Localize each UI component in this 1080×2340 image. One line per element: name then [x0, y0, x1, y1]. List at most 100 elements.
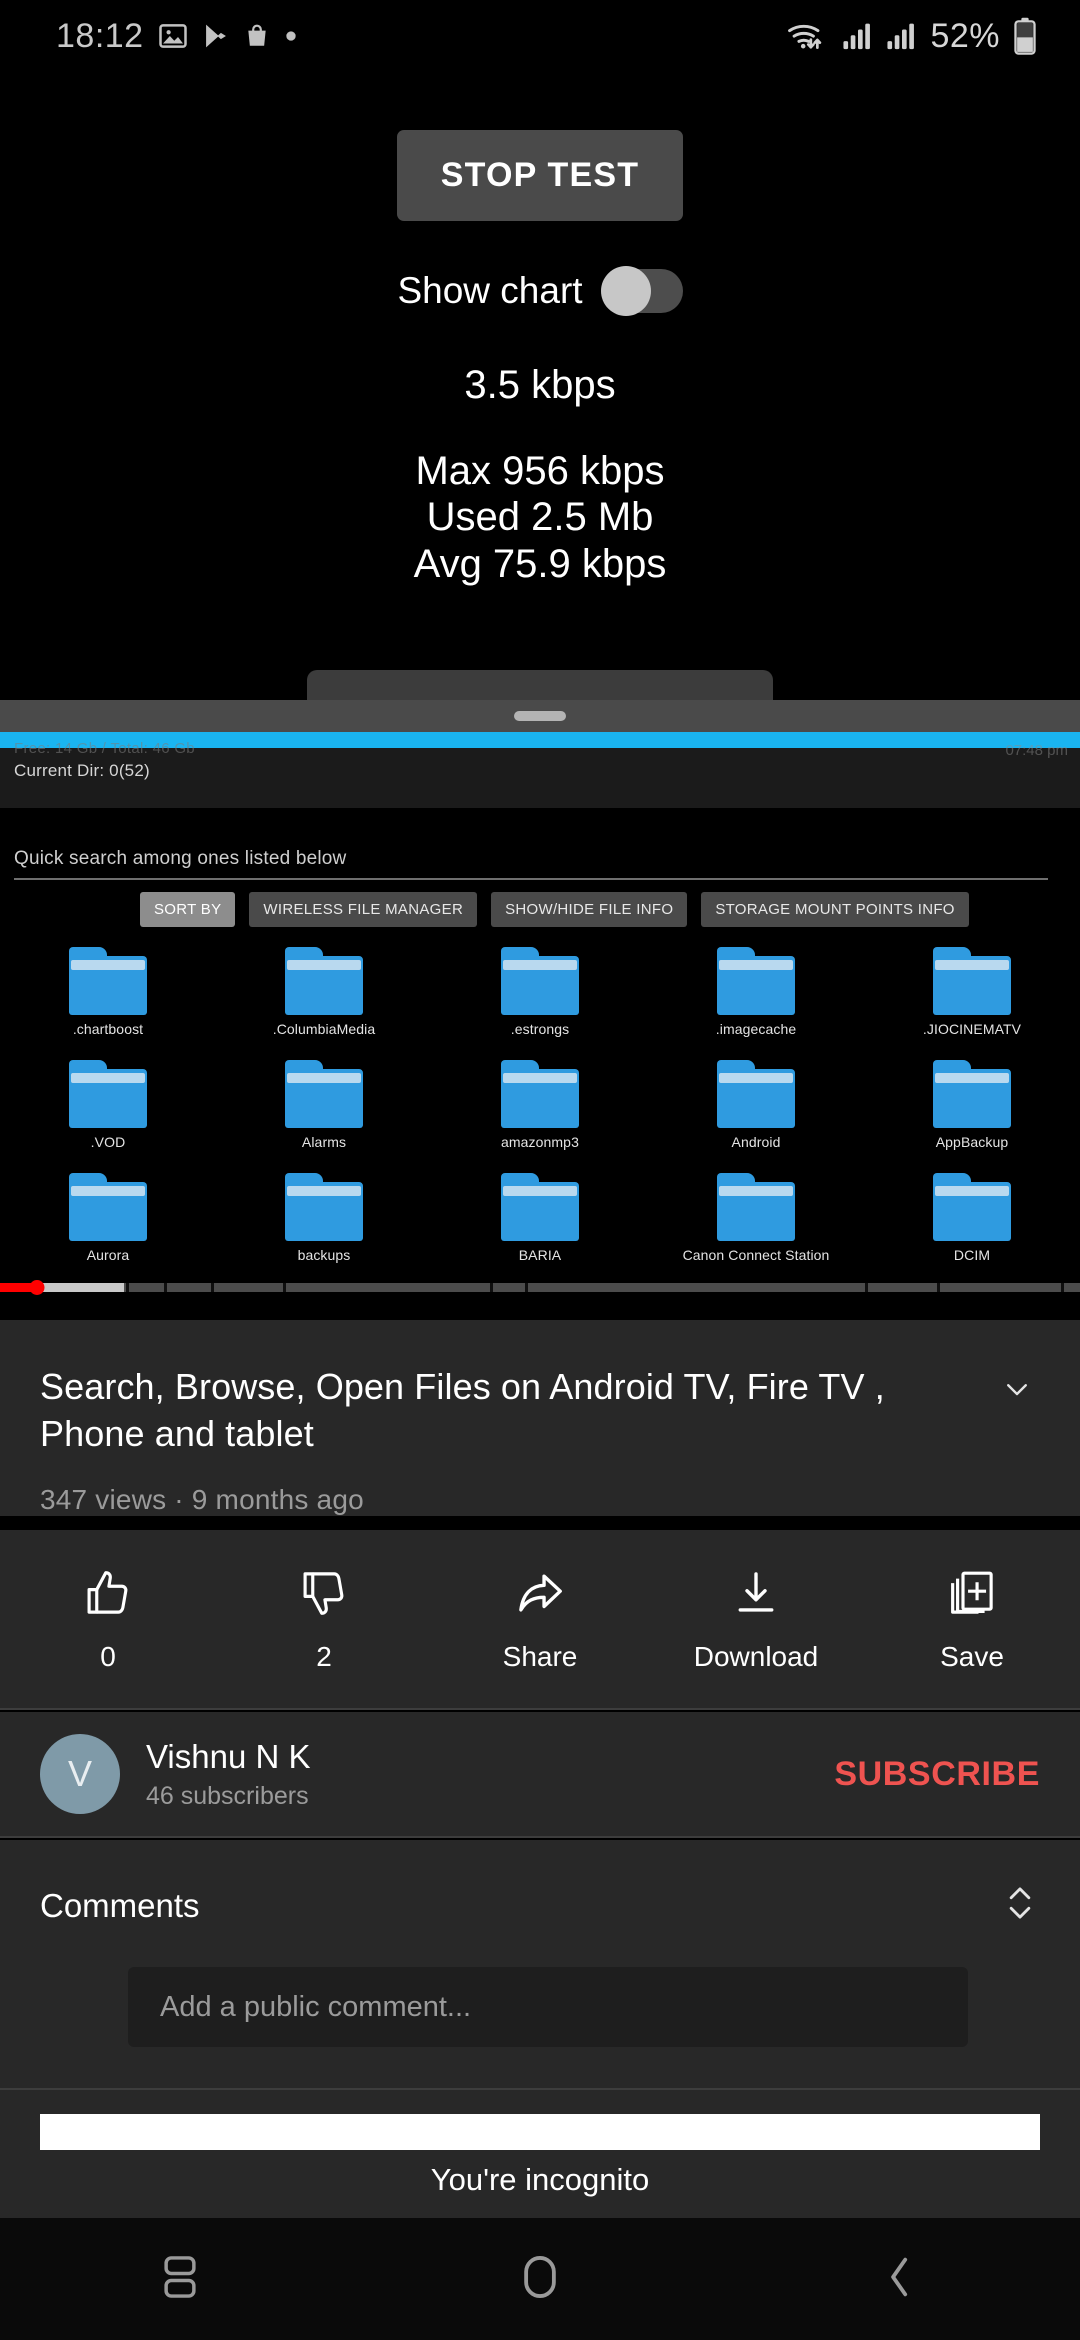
- network-speed-panel: STOP TEST Show chart 3.5 kbps Max 956 kb…: [0, 72, 1080, 672]
- channel-subscriber-count: 46 subscribers: [146, 1781, 309, 1810]
- folder-item: .estrongs: [432, 947, 648, 1037]
- incognito-white-bar: [40, 2114, 1040, 2150]
- quick-search-label: Quick search among ones listed below: [14, 848, 347, 869]
- folder-icon: [501, 1173, 579, 1241]
- play-store-icon: [202, 21, 230, 51]
- recents-icon: [160, 2251, 200, 2308]
- quick-search-field: Quick search among ones listed below: [14, 848, 1054, 880]
- video-title-row[interactable]: Search, Browse, Open Files on Android TV…: [40, 1364, 1040, 1458]
- dislike-count: 2: [316, 1640, 332, 1672]
- status-bar-right: 52%: [786, 17, 1038, 56]
- folder-item: Alarms: [216, 1060, 432, 1150]
- folder-item: .JIOCINEMATV: [864, 947, 1080, 1037]
- chapter-marker: [865, 1283, 869, 1292]
- folder-icon: [933, 1060, 1011, 1128]
- folder-icon: [69, 1173, 147, 1241]
- max-speed-stat: Max 956 kbps: [415, 449, 665, 493]
- channel-info[interactable]: Vishnu N K 46 subscribers: [146, 1738, 310, 1811]
- folder-item: AppBackup: [864, 1060, 1080, 1150]
- back-button[interactable]: [800, 2251, 1000, 2308]
- chapter-marker: [524, 1283, 528, 1292]
- video-ghost-text-right: 07:48 pm: [1005, 742, 1068, 759]
- add-comment-input[interactable]: Add a public comment...: [128, 1967, 968, 2047]
- wireless-file-manager-button: WIRELESS FILE MANAGER: [249, 892, 478, 927]
- video-player[interactable]: Free: 14 Gb / Total: 46 Gb Current Dir: …: [0, 732, 1080, 1320]
- home-button[interactable]: [440, 2251, 640, 2308]
- avatar[interactable]: V: [40, 1734, 120, 1814]
- channel-row[interactable]: V Vishnu N K 46 subscribers SUBSCRIBE: [0, 1712, 1080, 1838]
- download-button[interactable]: Download: [666, 1566, 846, 1673]
- status-bar-clock: 18:12: [56, 16, 144, 55]
- chapter-marker: [490, 1283, 494, 1292]
- folder-icon: [501, 1060, 579, 1128]
- folder-item: Android: [648, 1060, 864, 1150]
- battery-icon: [1012, 17, 1038, 55]
- save-label: Save: [940, 1640, 1004, 1672]
- like-button[interactable]: 0: [18, 1566, 198, 1673]
- folder-item: .imagecache: [648, 947, 864, 1037]
- drag-handle-grip[interactable]: [514, 711, 566, 721]
- video-action-row: 0 2 Share Download Save: [0, 1530, 1080, 1710]
- folder-item: Aurora: [0, 1173, 216, 1263]
- chevron-down-icon[interactable]: [994, 1374, 1040, 1409]
- folder-label: AppBackup: [935, 1134, 1009, 1150]
- like-count: 0: [100, 1640, 116, 1672]
- speed-stats: Max 956 kbps Used 2.5 Mb Avg 75.9 kbps: [0, 448, 1080, 587]
- folder-label: Alarms: [301, 1134, 347, 1150]
- chevron-up-down-icon[interactable]: [1000, 1880, 1040, 1931]
- chapter-marker: [210, 1283, 214, 1292]
- system-navigation-bar: [0, 2218, 1080, 2340]
- folder-item: DCIM: [864, 1173, 1080, 1263]
- floating-window-drag-bar[interactable]: [0, 700, 1080, 732]
- channel-name: Vishnu N K: [146, 1737, 311, 1775]
- show-chart-label: Show chart: [397, 270, 583, 311]
- folder-item: backups: [216, 1173, 432, 1263]
- video-frame-top-strip: Free: 14 Gb / Total: 46 Gb Current Dir: …: [0, 740, 1080, 808]
- folder-icon: [933, 1173, 1011, 1241]
- folder-label: DCIM: [953, 1247, 991, 1263]
- home-icon: [517, 2251, 563, 2308]
- folder-icon: [717, 1060, 795, 1128]
- progress-scrubber[interactable]: [29, 1280, 45, 1295]
- share-label: Share: [502, 1640, 578, 1672]
- stop-test-button[interactable]: STOP TEST: [396, 130, 684, 221]
- folder-label: amazonmp3: [501, 1134, 579, 1150]
- comments-section[interactable]: Comments Add a public comment...: [0, 1840, 1080, 2090]
- current-dir-label: Current Dir: 0(52): [14, 761, 150, 780]
- signal-bars-icon-2: [886, 21, 918, 51]
- battery-percent-label: 52%: [930, 16, 1000, 55]
- show-chart-toggle[interactable]: [600, 266, 683, 316]
- folder-icon: [69, 1060, 147, 1128]
- share-button[interactable]: Share: [450, 1566, 630, 1673]
- video-views-and-age: 347 views · 9 months ago: [40, 1483, 364, 1515]
- recents-button[interactable]: [80, 2251, 280, 2308]
- video-title: Search, Browse, Open Files on Android TV…: [40, 1366, 885, 1454]
- show-hide-file-info-button: SHOW/HIDE FILE INFO: [491, 892, 688, 927]
- file-manager-toolbar: SORT BY WIRELESS FILE MANAGER SHOW/HIDE …: [140, 892, 969, 927]
- download-label: Download: [693, 1640, 819, 1672]
- folder-label: BARIA: [518, 1247, 562, 1263]
- wifi-transfer-icon: [786, 19, 830, 53]
- add-comment-placeholder: Add a public comment...: [160, 1990, 472, 2023]
- video-progress-bar[interactable]: [0, 1280, 1080, 1295]
- thumbs-up-icon: [81, 1566, 135, 1625]
- save-button[interactable]: Save: [882, 1566, 1062, 1673]
- subscribe-button[interactable]: SUBSCRIBE: [834, 1755, 1040, 1794]
- back-icon: [880, 2251, 920, 2308]
- video-ghost-text-left: Free: 14 Gb / Total: 46 Gb: [14, 740, 195, 757]
- status-bar-left: 18:12: [56, 17, 298, 56]
- incognito-bar: You're incognito: [0, 2090, 1080, 2218]
- chapter-marker: [126, 1283, 130, 1292]
- folder-label: .ColumbiaMedia: [272, 1021, 376, 1037]
- video-meta[interactable]: Search, Browse, Open Files on Android TV…: [0, 1320, 1080, 1516]
- toggle-knob: [600, 266, 651, 316]
- folder-label: .JIOCINEMATV: [922, 1021, 1022, 1037]
- folder-item: amazonmp3: [432, 1060, 648, 1150]
- comments-header[interactable]: Comments: [40, 1880, 1040, 1931]
- show-chart-row[interactable]: Show chart: [0, 266, 1080, 316]
- chapter-marker: [282, 1283, 286, 1292]
- folder-icon: [285, 1060, 363, 1128]
- share-icon: [513, 1566, 567, 1625]
- dislike-button[interactable]: 2: [234, 1566, 414, 1673]
- folder-item: .ColumbiaMedia: [216, 947, 432, 1037]
